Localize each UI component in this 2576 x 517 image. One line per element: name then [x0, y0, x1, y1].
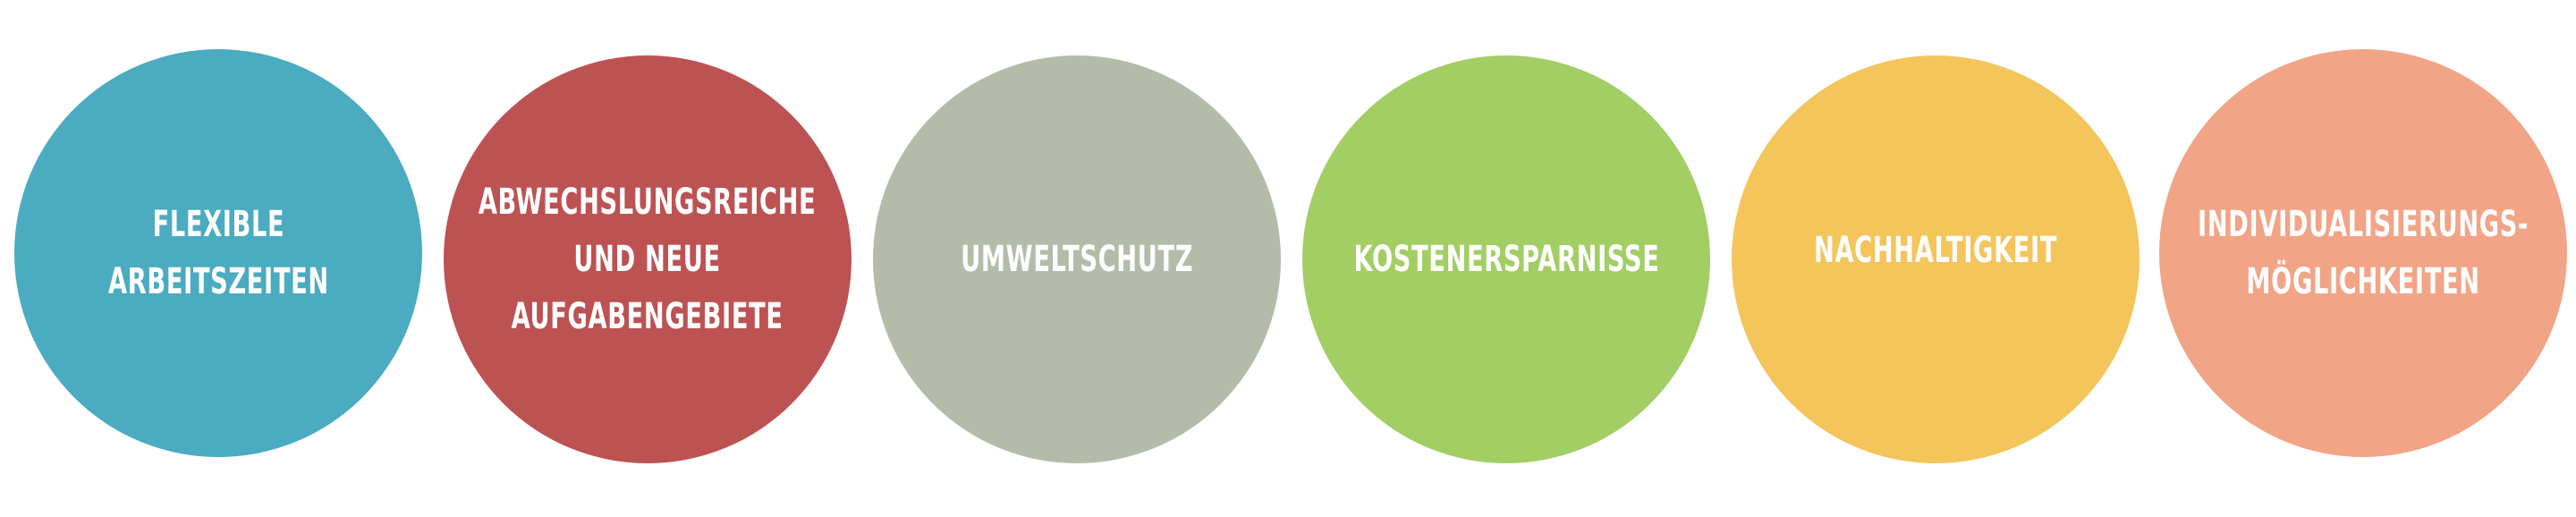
label-line: UND NEUE — [573, 239, 722, 280]
label-line: UMWELTSCHUTZ — [961, 239, 1193, 280]
circle-varied-tasks: ABWECHSLUNGSREICHE UND NEUE AUFGABENGEBI… — [444, 55, 852, 463]
circle-customization-options: INDIVIDUALISIERUNGS- MÖGLICHKEITEN — [2159, 49, 2567, 457]
label-line: NACHHALTIGKEIT — [1813, 230, 2058, 271]
circle-label: UMWELTSCHUTZ — [961, 231, 1193, 288]
label-line: ARBEITSZEITEN — [107, 261, 329, 302]
circle-sustainability: NACHHALTIGKEIT — [1732, 55, 2140, 463]
label-line: MÖGLICHKEITEN — [2246, 261, 2480, 302]
label-line: INDIVIDUALISIERUNGS- — [2198, 204, 2529, 245]
circle-label: ABWECHSLUNGSREICHE UND NEUE AUFGABENGEBI… — [479, 174, 817, 345]
circle-flexible-work-hours: FLEXIBLE ARBEITSZEITEN — [14, 49, 422, 457]
circle-label: KOSTENERSPARNISSE — [1353, 231, 1659, 288]
circle-label: INDIVIDUALISIERUNGS- MÖGLICHKEITEN — [2198, 196, 2529, 310]
label-line: KOSTENERSPARNISSE — [1353, 239, 1659, 280]
circle-label: FLEXIBLE ARBEITSZEITEN — [108, 196, 329, 310]
circle-cost-savings: KOSTENERSPARNISSE — [1302, 55, 1710, 463]
circle-label: NACHHALTIGKEIT — [1814, 222, 2057, 279]
circle-environmental-protection: UMWELTSCHUTZ — [873, 55, 1281, 463]
label-line: ABWECHSLUNGSREICHE — [479, 182, 817, 223]
label-line: FLEXIBLE — [152, 204, 284, 245]
benefits-row: FLEXIBLE ARBEITSZEITEN ABWECHSLUNGSREICH… — [0, 0, 2576, 517]
label-line: AUFGABENGEBIETE — [512, 296, 784, 337]
